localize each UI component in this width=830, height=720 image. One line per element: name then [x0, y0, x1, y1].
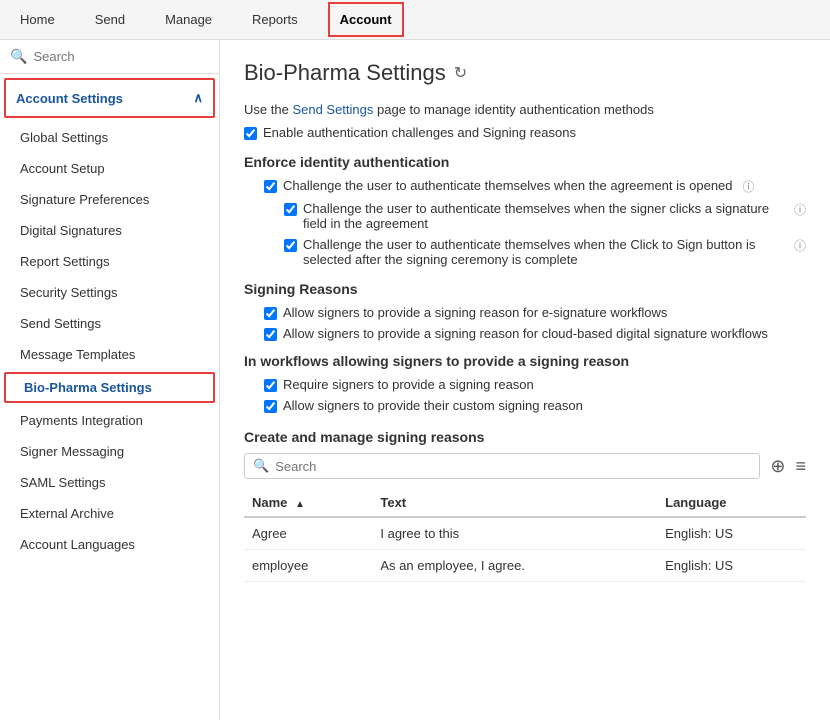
enable-auth-label: Enable authentication challenges and Sig… [263, 125, 576, 140]
row-1-text: I agree to this [372, 517, 657, 550]
in-workflows-item-2: Allow signers to provide their custom si… [264, 398, 806, 413]
table-header: Name ▲ Text Language [244, 489, 806, 517]
sidebar-item-message-templates[interactable]: Message Templates [0, 339, 219, 370]
sidebar-item-saml-settings[interactable]: SAML Settings [0, 467, 219, 498]
in-workflows-label-2: Allow signers to provide their custom si… [283, 398, 583, 413]
in-workflows-items: Require signers to provide a signing rea… [244, 377, 806, 413]
signing-reasons-table: Name ▲ Text Language Agree I agree to th… [244, 489, 806, 582]
add-signing-reason-button[interactable]: ⊕ [770, 456, 785, 477]
challenge-item-3: Challenge the user to authenticate thems… [264, 237, 806, 267]
in-workflows-checkbox-1[interactable] [264, 379, 277, 392]
nav-manage[interactable]: Manage [155, 4, 222, 35]
sidebar-item-send-settings[interactable]: Send Settings [0, 308, 219, 339]
top-nav: Home Send Manage Reports Account [0, 0, 830, 40]
nav-account[interactable]: Account [328, 2, 404, 37]
table-body: Agree I agree to this English: US employ… [244, 517, 806, 582]
in-workflows-heading: In workflows allowing signers to provide… [244, 353, 806, 369]
sidebar-item-payments-integration[interactable]: Payments Integration [0, 405, 219, 436]
nav-home[interactable]: Home [10, 4, 65, 35]
help-icon-1[interactable]: ⓘ [743, 178, 755, 195]
challenge-item-1: Challenge the user to authenticate thems… [264, 178, 806, 195]
create-manage-title: Create and manage signing reasons [244, 429, 806, 445]
send-settings-link[interactable]: Send Settings [292, 102, 373, 117]
challenge-label-1: Challenge the user to authenticate thems… [283, 178, 733, 193]
in-workflows-checkbox-2[interactable] [264, 400, 277, 413]
challenge-label-2: Challenge the user to authenticate thems… [303, 201, 784, 231]
sidebar: 🔍 Account Settings ∧ Global Settings Acc… [0, 40, 220, 720]
col-name[interactable]: Name ▲ [244, 489, 372, 517]
sidebar-item-global-settings[interactable]: Global Settings [0, 122, 219, 153]
sort-asc-icon: ▲ [295, 499, 305, 510]
sidebar-search-box[interactable]: 🔍 [0, 40, 219, 74]
table-search-input[interactable] [275, 459, 751, 474]
signing-reason-checkbox-2[interactable] [264, 328, 277, 341]
nav-reports[interactable]: Reports [242, 4, 308, 35]
enforce-identity-heading: Enforce identity authentication [244, 154, 806, 170]
help-icon-3[interactable]: ⓘ [794, 237, 806, 254]
table-row: Agree I agree to this English: US [244, 517, 806, 550]
help-icon-2[interactable]: ⓘ [794, 201, 806, 218]
main-layout: 🔍 Account Settings ∧ Global Settings Acc… [0, 40, 830, 720]
account-settings-header[interactable]: Account Settings ∧ [4, 78, 215, 118]
sidebar-item-bio-pharma-settings[interactable]: Bio-Pharma Settings [4, 372, 215, 403]
table-row: employee As an employee, I agree. Englis… [244, 550, 806, 582]
sidebar-item-digital-signatures[interactable]: Digital Signatures [0, 215, 219, 246]
challenge-checkbox-3[interactable] [284, 239, 297, 252]
enable-auth-row: Enable authentication challenges and Sig… [244, 125, 806, 140]
sidebar-item-report-settings[interactable]: Report Settings [0, 246, 219, 277]
col-text[interactable]: Text [372, 489, 657, 517]
row-2-name: employee [244, 550, 372, 582]
create-manage-section: Create and manage signing reasons 🔍 ⊕ ≡ [244, 429, 806, 582]
in-workflows-label-1: Require signers to provide a signing rea… [283, 377, 534, 392]
menu-icon[interactable]: ≡ [795, 456, 806, 477]
table-actions-row: 🔍 ⊕ ≡ [244, 453, 806, 479]
table-action-icons: ⊕ ≡ [770, 456, 806, 477]
signing-reason-checkbox-1[interactable] [264, 307, 277, 320]
refresh-icon[interactable]: ↻ [454, 63, 467, 83]
signing-reason-label-1: Allow signers to provide a signing reaso… [283, 305, 667, 320]
challenge-checkbox-1[interactable] [264, 180, 277, 193]
row-1-language: English: US [657, 517, 806, 550]
page-title-row: Bio-Pharma Settings ↻ [244, 60, 806, 86]
challenge-items: Challenge the user to authenticate thems… [244, 178, 806, 267]
challenge-checkbox-2[interactable] [284, 203, 297, 216]
chevron-up-icon: ∧ [193, 90, 203, 106]
table-search-wrapper[interactable]: 🔍 [244, 453, 760, 479]
sidebar-item-account-setup[interactable]: Account Setup [0, 153, 219, 184]
col-language[interactable]: Language [657, 489, 806, 517]
challenge-item-2: Challenge the user to authenticate thems… [264, 201, 806, 231]
intro-text: Use the Send Settings page to manage ide… [244, 102, 806, 117]
enable-auth-checkbox[interactable] [244, 127, 257, 140]
search-icon: 🔍 [10, 48, 27, 65]
signing-reason-2: Allow signers to provide a signing reaso… [264, 326, 806, 341]
signing-reasons-heading: Signing Reasons [244, 281, 806, 297]
signing-reason-label-2: Allow signers to provide a signing reaso… [283, 326, 768, 341]
signing-reason-1: Allow signers to provide a signing reaso… [264, 305, 806, 320]
sidebar-search-input[interactable] [33, 49, 209, 64]
row-2-language: English: US [657, 550, 806, 582]
page-title: Bio-Pharma Settings [244, 60, 446, 86]
nav-send[interactable]: Send [85, 4, 135, 35]
sidebar-item-signer-messaging[interactable]: Signer Messaging [0, 436, 219, 467]
row-1-name: Agree [244, 517, 372, 550]
sidebar-item-external-archive[interactable]: External Archive [0, 498, 219, 529]
sidebar-item-security-settings[interactable]: Security Settings [0, 277, 219, 308]
sidebar-item-account-languages[interactable]: Account Languages [0, 529, 219, 560]
table-search-icon: 🔍 [253, 458, 269, 474]
account-settings-label: Account Settings [16, 91, 123, 106]
in-workflows-item-1: Require signers to provide a signing rea… [264, 377, 806, 392]
signing-reason-items: Allow signers to provide a signing reaso… [244, 305, 806, 341]
content-area: Bio-Pharma Settings ↻ Use the Send Setti… [220, 40, 830, 720]
row-2-text: As an employee, I agree. [372, 550, 657, 582]
challenge-label-3: Challenge the user to authenticate thems… [303, 237, 784, 267]
sidebar-item-signature-preferences[interactable]: Signature Preferences [0, 184, 219, 215]
